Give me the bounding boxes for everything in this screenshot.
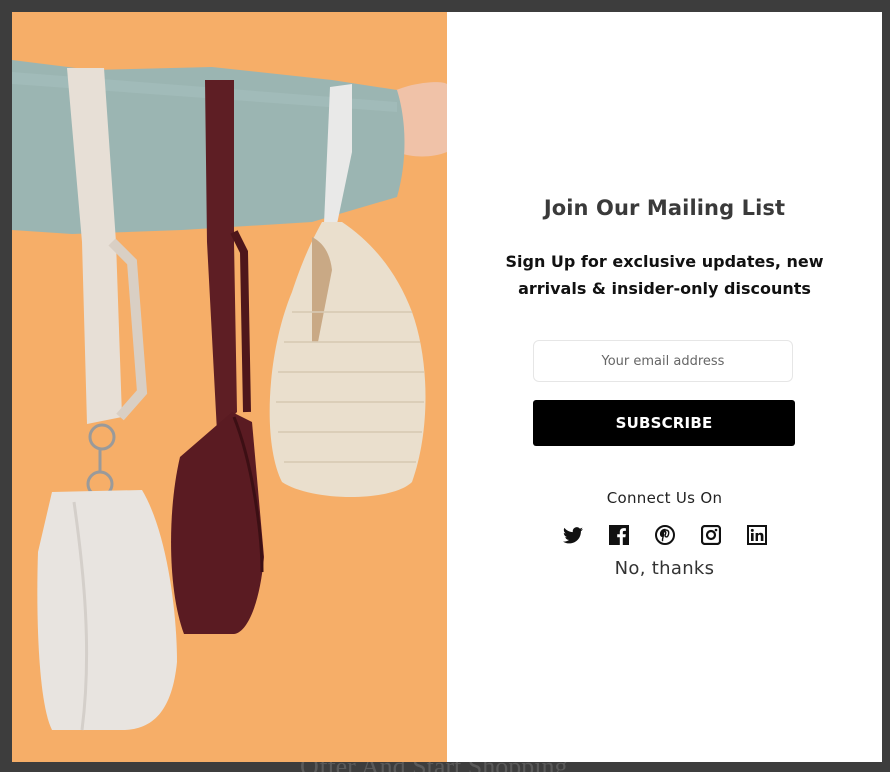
promo-image xyxy=(12,12,447,762)
modal-heading: Join Our Mailing List xyxy=(543,196,786,220)
facebook-icon[interactable] xyxy=(608,524,629,546)
newsletter-modal: Join Our Mailing List Sign Up for exclus… xyxy=(12,12,882,762)
social-links xyxy=(447,524,882,546)
twitter-icon[interactable] xyxy=(562,524,583,546)
pinterest-icon[interactable] xyxy=(654,524,675,546)
email-field[interactable] xyxy=(533,340,793,382)
signup-panel: Join Our Mailing List Sign Up for exclus… xyxy=(447,12,882,762)
no-thanks-link[interactable]: No, thanks xyxy=(447,558,882,579)
subscribe-button[interactable]: SUBSCRIBE xyxy=(533,400,795,446)
connect-label: Connect Us On xyxy=(606,489,723,507)
instagram-icon[interactable] xyxy=(700,524,721,546)
linkedin-icon[interactable] xyxy=(746,524,767,546)
modal-subheading: Sign Up for exclusive updates, new arriv… xyxy=(505,252,824,298)
